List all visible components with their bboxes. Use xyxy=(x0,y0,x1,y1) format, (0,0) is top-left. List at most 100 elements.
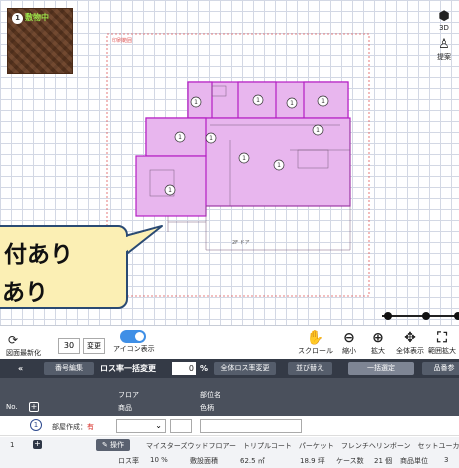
callout-line-1: 付あり xyxy=(4,242,73,268)
zoom-slider-stop[interactable] xyxy=(422,312,430,320)
room-marker: 1 xyxy=(174,131,186,143)
edit-icon: ✎ xyxy=(101,441,108,449)
table-header: No. + フロア 商品 部位名 色柄 xyxy=(0,378,459,416)
room-create-value: 有 xyxy=(87,423,94,431)
case-count-value: 21 個 xyxy=(374,457,393,465)
icon-display-toggle[interactable] xyxy=(120,330,146,343)
product-description: マイスターズウッドフロアー トリプルコート パーケット フレンチヘリンボーン セ… xyxy=(146,442,459,450)
room-select[interactable] xyxy=(170,419,192,433)
zoom-slider-handle[interactable] xyxy=(454,312,459,320)
icon-display-label: アイコン表示 xyxy=(113,345,155,353)
print-range-label: 印刷範囲 xyxy=(112,37,132,44)
room-marker: 1 xyxy=(164,184,176,196)
room-marker: 1 xyxy=(190,96,202,108)
fit-all-tool[interactable]: ✥ 全体表示 xyxy=(396,330,424,356)
zoom-in-label: 拡大 xyxy=(371,347,385,355)
header-room: 部位名 xyxy=(200,391,221,399)
callout-tail-cover xyxy=(112,228,158,252)
svg-text:1: 1 xyxy=(277,162,281,169)
svg-text:1: 1 xyxy=(194,99,198,106)
proposal-button[interactable]: ♙ 提案 xyxy=(429,38,459,62)
expand-all-icon[interactable]: + xyxy=(29,402,39,412)
laying-area-value: 62.5 ㎡ xyxy=(240,457,265,465)
percent-label: % xyxy=(200,364,209,373)
loss-rate-label: ロス率 xyxy=(118,457,139,465)
loss-rate-value: 10 % xyxy=(150,456,168,464)
zoom-out-label: 縮小 xyxy=(342,347,356,355)
zoom-in-tool[interactable]: ⊕ 拡大 xyxy=(371,330,385,356)
room-marker: 1 xyxy=(317,95,329,107)
zoom-slider-track xyxy=(382,315,459,317)
room-create-status: 部屋作成：有 xyxy=(52,422,94,432)
material-thumbnail[interactable]: 1 敷物中 xyxy=(7,8,73,74)
range-expand-label: 範囲拡大 xyxy=(428,347,456,355)
room-marker: 1 xyxy=(312,124,324,136)
scroll-tool[interactable]: ✋ スクロール xyxy=(298,330,333,356)
operation-button[interactable]: ✎ 操作 xyxy=(96,439,130,451)
room-marker: 1 xyxy=(273,159,285,171)
expand-row-icon[interactable]: + xyxy=(33,440,42,449)
change-button[interactable]: 変更 xyxy=(83,338,105,354)
scroll-label: スクロール xyxy=(298,347,333,355)
floor-select[interactable]: ⌄ xyxy=(116,419,166,433)
refresh-icon[interactable]: ⟳ xyxy=(8,333,18,347)
header-product: 商品 xyxy=(118,404,132,412)
tsubo-value: 18.9 坪 xyxy=(300,457,325,465)
row-number-circle: 1 xyxy=(30,419,42,431)
zoom-slider-stop[interactable] xyxy=(384,312,392,320)
svg-text:1: 1 xyxy=(321,98,325,105)
header-no: No. xyxy=(6,403,18,411)
header-floor: フロア xyxy=(118,391,139,399)
right-toolbar: ⬢ 3D ♙ 提案 xyxy=(429,10,459,68)
color-input[interactable] xyxy=(200,419,302,433)
range-expand-icon: ⛶ xyxy=(437,330,447,346)
range-expand-tool[interactable]: ⛶ 範囲拡大 xyxy=(428,330,456,356)
back-button[interactable]: « xyxy=(18,362,23,375)
action-bar: « 番号編集 ロス率一括変更 0 % 全体ロス率変更 並び替え 一括選定 品番参 xyxy=(0,359,459,378)
app-root: 印刷範囲 2F ドア 1 1 1 1 1 1 1 1 1 1 1 敷物中 ⬢ 3… xyxy=(0,0,459,468)
thumbnail-badge-number: 1 xyxy=(12,13,23,24)
item-number: 1 xyxy=(10,441,15,449)
loss-rate-input[interactable]: 0 xyxy=(172,362,196,375)
table-row: 1 + ✎ 操作 マイスターズウッドフロアー トリプルコート パーケット フレン… xyxy=(0,437,459,453)
room-marker: 1 xyxy=(205,132,217,144)
thumbnail-badge: 1 敷物中 xyxy=(12,12,49,24)
move-icon: ✥ xyxy=(404,330,416,346)
page-number-field[interactable]: 30 xyxy=(58,338,80,354)
header-color: 色柄 xyxy=(200,404,214,412)
view-toolbar: ⟳ 図面最新化 30 変更 アイコン表示 ✋ スクロール ⊖ 縮小 ⊕ 拡大 ✥… xyxy=(0,328,459,358)
cube-icon: ⬢ xyxy=(438,9,450,24)
3d-button[interactable]: ⬢ 3D xyxy=(429,9,459,33)
proposal-label: 提案 xyxy=(437,53,451,61)
svg-text:1: 1 xyxy=(256,97,260,104)
operation-label: 操作 xyxy=(110,441,125,449)
dimension-label: 2F ドア xyxy=(232,240,250,246)
loss-bulk-label: ロス率一括変更 xyxy=(100,364,156,373)
room-marker: 1 xyxy=(286,97,298,109)
refresh-drawing-label[interactable]: 図面最新化 xyxy=(6,348,41,358)
room-create-label: 部屋作成： xyxy=(52,423,87,431)
sort-button[interactable]: 並び替え xyxy=(288,362,332,375)
person-icon: ♙ xyxy=(438,37,450,52)
thumbnail-badge-label: 敷物中 xyxy=(25,13,49,22)
hand-icon: ✋ xyxy=(306,330,325,346)
svg-text:1: 1 xyxy=(316,127,320,134)
product-number-button[interactable]: 品番参 xyxy=(422,362,459,375)
svg-text:1: 1 xyxy=(168,187,172,194)
table-row-detail: ロス率 10 % 敷設面積 62.5 ㎡ 18.9 坪 ケース数 21 個 商品… xyxy=(0,453,459,468)
zoom-slider[interactable] xyxy=(382,310,459,322)
3d-label: 3D xyxy=(439,24,449,32)
table-row: 1 部屋作成：有 ⌄ xyxy=(0,416,459,436)
number-edit-button[interactable]: 番号編集 xyxy=(44,362,94,375)
room-marker: 1 xyxy=(252,94,264,106)
room-marker: 1 xyxy=(238,152,250,164)
svg-text:1: 1 xyxy=(242,155,246,162)
case-count-label: ケース数 xyxy=(336,457,364,465)
laying-area-label: 敷設面積 xyxy=(190,457,218,465)
all-loss-change-button[interactable]: 全体ロス率変更 xyxy=(214,362,276,375)
svg-text:1: 1 xyxy=(290,100,294,107)
zoom-out-tool[interactable]: ⊖ 縮小 xyxy=(342,330,356,356)
bulk-select-button[interactable]: 一括選定 xyxy=(348,362,414,375)
svg-text:1: 1 xyxy=(209,135,213,142)
chevron-down-icon: ⌄ xyxy=(155,421,162,430)
